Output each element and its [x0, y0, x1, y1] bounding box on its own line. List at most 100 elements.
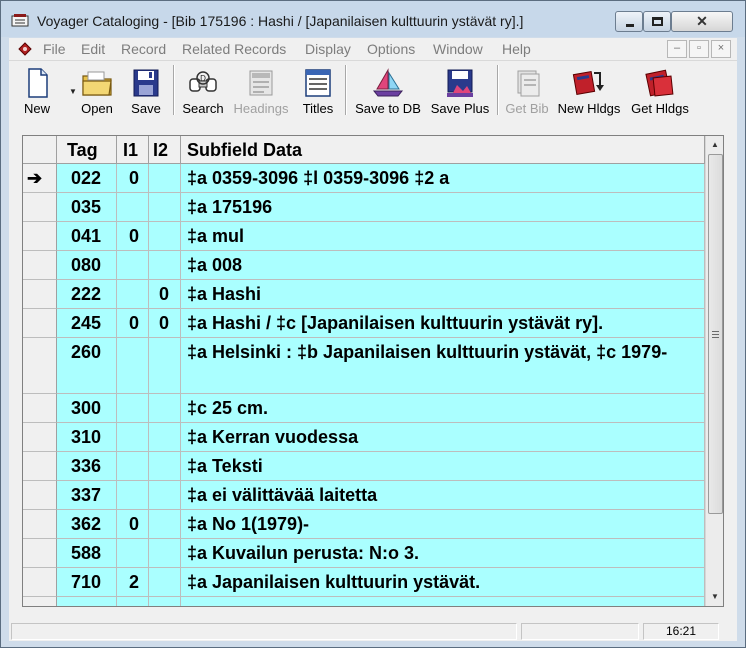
tag-cell[interactable]: 041 [57, 222, 117, 251]
row-selector[interactable] [23, 394, 57, 423]
indicator2-cell[interactable] [149, 222, 181, 251]
tag-cell[interactable]: 222 [57, 280, 117, 309]
indicator2-cell[interactable]: 0 [149, 309, 181, 338]
row-selector[interactable] [23, 309, 57, 338]
indicator1-cell[interactable] [117, 193, 149, 222]
row-selector[interactable] [23, 539, 57, 568]
indicator1-column-header[interactable]: I1 [117, 136, 149, 164]
row-selector[interactable] [23, 597, 57, 606]
save-to-db-button[interactable]: Save to DB [349, 63, 427, 118]
tag-cell[interactable]: 362 [57, 510, 117, 539]
indicator1-cell[interactable]: 0 [117, 222, 149, 251]
minimize-button[interactable] [615, 11, 643, 32]
tag-cell[interactable]: 337 [57, 481, 117, 510]
indicator1-cell[interactable] [117, 539, 149, 568]
indicator2-column-header[interactable]: I2 [149, 136, 181, 164]
marc-field-row[interactable]: 222 0 ‡a Hashi [23, 280, 705, 309]
tag-cell[interactable]: 710 [57, 568, 117, 597]
marc-field-row[interactable]: 245 0 0 ‡a Hashi / ‡c [Japanilaisen kulttuu… [23, 309, 705, 338]
menu-display[interactable]: Display [305, 41, 351, 57]
indicator2-cell[interactable] [149, 452, 181, 481]
close-button[interactable]: ✕ [671, 11, 733, 32]
indicator1-cell[interactable] [117, 452, 149, 481]
indicator1-cell[interactable] [117, 423, 149, 452]
empty-grid-row[interactable] [23, 597, 705, 606]
row-selector[interactable] [23, 568, 57, 597]
subfield-data-cell[interactable]: ‡a 175196 [181, 193, 705, 222]
subfield-data-cell[interactable]: ‡a Kerran vuodessa [181, 423, 705, 452]
indicator2-cell[interactable] [149, 193, 181, 222]
save-button[interactable]: Save [125, 63, 167, 118]
new-button[interactable]: New [11, 63, 63, 118]
subfield-data-column-header[interactable]: Subfield Data [181, 136, 705, 164]
row-selector[interactable] [23, 510, 57, 539]
scroll-down-icon[interactable]: ▼ [706, 588, 723, 605]
mdi-restore-button[interactable]: ▫ [689, 40, 709, 58]
indicator2-cell[interactable] [149, 394, 181, 423]
mdi-close-button[interactable]: × [711, 40, 731, 58]
subfield-data-cell[interactable]: ‡a Japanilaisen kulttuurin ystävät. [181, 568, 705, 597]
subfield-data-cell[interactable]: ‡a Hashi / ‡c [Japanilaisen kulttuurin y… [181, 309, 705, 338]
subfield-data-cell[interactable]: ‡c 25 cm. [181, 394, 705, 423]
tag-cell[interactable]: 310 [57, 423, 117, 452]
tag-cell[interactable]: 260 [57, 338, 117, 394]
menu-related-records[interactable]: Related Records [182, 41, 286, 57]
titles-button[interactable]: Titles [295, 63, 341, 118]
indicator1-cell[interactable]: 0 [117, 309, 149, 338]
indicator1-cell[interactable] [117, 280, 149, 309]
indicator2-cell[interactable] [149, 481, 181, 510]
indicator2-cell[interactable] [149, 251, 181, 280]
indicator2-cell[interactable]: 0 [149, 280, 181, 309]
row-selector[interactable] [23, 452, 57, 481]
row-selector[interactable] [23, 222, 57, 251]
row-selector[interactable] [23, 280, 57, 309]
marc-field-row[interactable]: 310 ‡a Kerran vuodessa [23, 423, 705, 452]
scroll-up-icon[interactable]: ▲ [706, 136, 723, 153]
tag-cell[interactable]: 022 [57, 164, 117, 193]
tag-cell[interactable]: 245 [57, 309, 117, 338]
subfield-data-cell[interactable]: ‡a Hashi [181, 280, 705, 309]
marc-field-row[interactable]: 035 ‡a 175196 [23, 193, 705, 222]
row-selector[interactable]: ➔ [23, 164, 57, 193]
subfield-data-cell[interactable]: ‡a No 1(1979)- [181, 510, 705, 539]
indicator1-cell[interactable] [117, 251, 149, 280]
indicator1-cell[interactable]: 0 [117, 510, 149, 539]
marc-field-row[interactable]: 336 ‡a Teksti [23, 452, 705, 481]
menu-file[interactable]: File [43, 41, 66, 57]
document-menu-icon[interactable] [18, 42, 32, 56]
search-button[interactable]: D Search [177, 63, 229, 118]
empty-cell[interactable] [149, 597, 181, 606]
indicator1-cell[interactable]: 0 [117, 164, 149, 193]
indicator2-cell[interactable] [149, 164, 181, 193]
tag-cell[interactable]: 588 [57, 539, 117, 568]
tag-cell[interactable]: 080 [57, 251, 117, 280]
menu-help[interactable]: Help [502, 41, 531, 57]
marc-field-row[interactable]: 362 0 ‡a No 1(1979)- [23, 510, 705, 539]
menu-record[interactable]: Record [121, 41, 166, 57]
tag-cell[interactable]: 300 [57, 394, 117, 423]
indicator2-cell[interactable] [149, 539, 181, 568]
row-selector[interactable] [23, 193, 57, 222]
indicator1-cell[interactable]: 2 [117, 568, 149, 597]
row-selector[interactable] [23, 338, 57, 394]
menu-window[interactable]: Window [433, 41, 483, 57]
marc-field-row[interactable]: 041 0 ‡a mul [23, 222, 705, 251]
mdi-minimize-button[interactable]: – [667, 40, 687, 58]
tag-column-header[interactable]: Tag [57, 136, 117, 164]
marc-field-row[interactable]: 260 ‡a Helsinki : ‡b Japanilaisen kulttuu… [23, 338, 705, 394]
indicator2-cell[interactable] [149, 568, 181, 597]
indicator2-cell[interactable] [149, 338, 181, 394]
tag-cell[interactable]: 035 [57, 193, 117, 222]
indicator1-cell[interactable] [117, 394, 149, 423]
maximize-button[interactable] [643, 11, 671, 32]
row-selector[interactable] [23, 423, 57, 452]
get-bib-button[interactable]: Get Bib [501, 63, 553, 118]
subfield-data-cell[interactable]: ‡a 008 [181, 251, 705, 280]
empty-cell[interactable] [57, 597, 117, 606]
subfield-data-cell[interactable]: ‡a 0359-3096 ‡l 0359-3096 ‡2 a [181, 164, 705, 193]
menu-options[interactable]: Options [367, 41, 415, 57]
empty-cell[interactable] [117, 597, 149, 606]
indicator1-cell[interactable] [117, 481, 149, 510]
get-holdings-button[interactable]: Get Hldgs [625, 63, 695, 118]
scrollbar-thumb[interactable] [708, 154, 723, 514]
